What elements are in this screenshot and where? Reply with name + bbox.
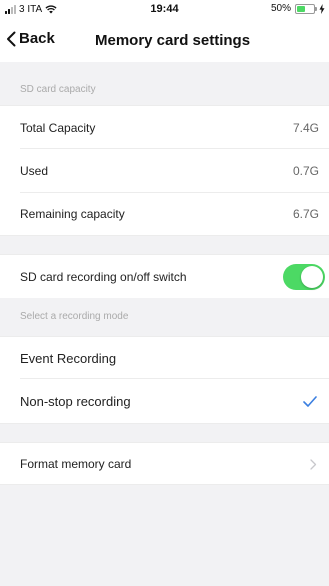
recording-toggle-switch[interactable] <box>283 264 325 290</box>
row-value: 7.4G <box>292 121 319 135</box>
row-value: 6.7G <box>292 207 319 221</box>
row-label: Remaining capacity <box>20 207 125 221</box>
row-value: 0.7G <box>292 164 319 178</box>
battery-icon <box>295 3 317 14</box>
row-label: Non-stop recording <box>20 394 131 409</box>
chevron-right-icon <box>310 459 317 470</box>
battery-percent: 50% <box>270 3 291 14</box>
chevron-left-icon <box>7 31 16 46</box>
capacity-row-remaining: Remaining capacity 6.7G <box>0 193 329 236</box>
recording-switch-row: SD card recording on/off switch <box>0 254 329 298</box>
capacity-row-used: Used 0.7G <box>0 149 329 193</box>
divider <box>0 423 329 424</box>
status-right: 50% <box>271 3 325 14</box>
toggle-knob <box>301 266 323 288</box>
capacity-row-total: Total Capacity 7.4G <box>0 105 329 149</box>
row-label: Event Recording <box>20 351 117 366</box>
row-label: Used <box>20 164 49 178</box>
format-memory-card-row[interactable]: Format memory card <box>0 442 329 485</box>
back-button[interactable]: Back <box>6 30 55 47</box>
row-label: SD card recording on/off switch <box>20 270 187 284</box>
check-icon <box>303 396 317 407</box>
section-header-mode: Select a recording mode <box>0 298 329 336</box>
battery-level <box>297 5 305 12</box>
page-title: Memory card settings <box>95 32 251 49</box>
section-header-capacity: SD card capacity <box>0 75 329 105</box>
screen: 3 ITA 19:44 50% Back Memory card setting… <box>0 0 329 586</box>
back-label: Back <box>19 30 55 47</box>
mode-option-nonstop[interactable]: Non-stop recording <box>0 379 329 424</box>
nav-bar: Back Memory card settings <box>0 20 329 62</box>
row-label: Total Capacity <box>20 121 96 135</box>
divider <box>0 235 329 236</box>
row-label: Format memory card <box>20 457 132 471</box>
mode-option-event[interactable]: Event Recording <box>0 336 329 379</box>
charging-bolt-icon <box>319 3 325 14</box>
status-bar: 3 ITA 19:44 50% <box>0 0 329 20</box>
